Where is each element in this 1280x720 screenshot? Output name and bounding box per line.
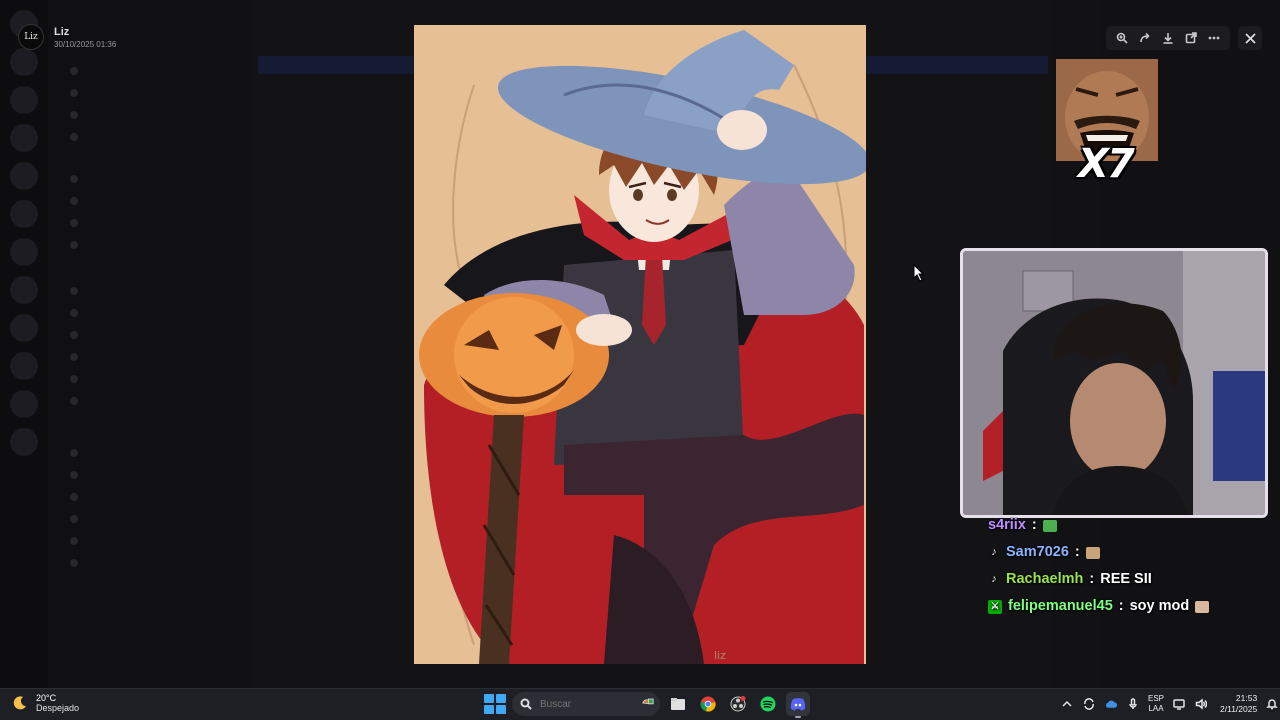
uploader-info: Liz Liz 30/10/2025 01:36: [18, 24, 116, 50]
chat-username: Sam7026: [1006, 544, 1069, 560]
active-app-indicator: [795, 716, 801, 718]
start-button[interactable]: [482, 692, 506, 716]
chat-message: s4riix :: [988, 512, 1268, 539]
chat-separator: :: [1089, 571, 1095, 587]
download-icon[interactable]: [1159, 29, 1177, 47]
keyboard-layout: LAA: [1148, 704, 1164, 713]
moon-icon: [13, 696, 26, 710]
chat-separator: :: [1074, 544, 1080, 560]
forward-icon[interactable]: [1136, 29, 1154, 47]
chat-username: Rachaelmh: [1006, 571, 1084, 587]
chat-separator: :: [1031, 517, 1037, 533]
folder-icon: [671, 698, 685, 710]
zoom-icon[interactable]: [1113, 29, 1131, 47]
uploader-avatar[interactable]: Liz: [18, 24, 44, 50]
windows-taskbar: 20°C Despejado Buscar ESP LAA 21:53 2/11…: [0, 688, 1280, 720]
microphone-icon[interactable]: [1126, 697, 1140, 711]
channel-list: [48, 0, 248, 688]
network-icon[interactable]: [1172, 697, 1186, 711]
chat-emote: [1085, 546, 1100, 559]
cloud-icon[interactable]: [1104, 697, 1118, 711]
discord-icon: [790, 698, 806, 711]
chat-message: ♪ Sam7026 :: [988, 539, 1268, 566]
search-icon: [520, 698, 532, 710]
weather-description: Despejado: [36, 703, 80, 713]
meme-multiplier: X7: [1078, 141, 1135, 187]
music-note-icon: ♪: [991, 573, 997, 585]
mod-badge-icon: ⚔: [988, 599, 1002, 614]
close-icon: [1244, 32, 1256, 44]
chat-username: felipemanuel45: [1008, 598, 1113, 614]
more-icon[interactable]: [1205, 29, 1223, 47]
spotify-app[interactable]: [756, 692, 780, 716]
streamer-webcam: [960, 248, 1268, 518]
system-tray: ESP LAA 21:53 2/11/2025: [1060, 693, 1279, 715]
clock-time: 21:53: [1235, 693, 1258, 703]
chat-emote: [1042, 519, 1057, 532]
chat-message: ♪ Rachaelmh : REE SII: [988, 566, 1268, 593]
sync-icon[interactable]: [1082, 697, 1096, 711]
spotify-icon: [760, 696, 776, 712]
chrome-app[interactable]: [696, 692, 720, 716]
notifications-icon[interactable]: [1265, 697, 1279, 711]
server-list: [0, 0, 48, 688]
language-indicator[interactable]: ESP LAA: [1148, 694, 1164, 714]
chrome-icon: [700, 696, 716, 712]
artwork-image[interactable]: liz: [414, 25, 866, 664]
weather-temperature: 20°C: [36, 693, 57, 703]
witch-vampire-drawing: liz: [414, 25, 866, 664]
uploader-name[interactable]: Liz: [54, 26, 116, 38]
chat-emote: [1195, 600, 1210, 613]
weather-widget[interactable]: 20°C Despejado: [12, 693, 79, 713]
screen: Liz Liz 30/10/2025 01:36 liz X7 s4riix:…: [0, 0, 1280, 720]
chat-message: ⚔ felipemanuel45 : soy mod: [988, 593, 1268, 620]
music-note-icon: ♪: [991, 546, 997, 558]
system-clock[interactable]: 21:53 2/11/2025: [1220, 693, 1257, 715]
image-viewer-toolbar: [1106, 26, 1230, 50]
chat-separator: :: [1118, 598, 1124, 614]
search-input[interactable]: [540, 698, 610, 710]
chevron-up-icon[interactable]: [1060, 697, 1074, 711]
taskbar-apps: [482, 692, 810, 718]
chat-username: s4riix: [988, 517, 1026, 533]
language-code: ESP: [1148, 694, 1165, 703]
chat-text: REE SII: [1100, 571, 1152, 587]
obs-app[interactable]: [726, 692, 750, 716]
mouse-cursor-icon: [913, 264, 925, 282]
upload-date: 30/10/2025 01:36: [54, 39, 117, 49]
obs-icon: [730, 696, 746, 712]
chat-text: soy mod: [1129, 598, 1190, 614]
stream-chat: s4riix : ♪ Sam7026 : ♪ Rachaelmh : REE S…: [988, 512, 1268, 620]
taskbar-search[interactable]: [512, 692, 660, 716]
artist-signature: liz: [714, 649, 726, 662]
clock-date: 2/11/2025: [1220, 704, 1258, 714]
volume-icon[interactable]: [1194, 697, 1208, 711]
file-explorer-app[interactable]: [666, 692, 690, 716]
discord-app[interactable]: [786, 692, 810, 718]
close-viewer-button[interactable]: [1238, 26, 1262, 50]
open-external-icon[interactable]: [1182, 29, 1200, 47]
search-highlight-icon: [642, 698, 654, 705]
